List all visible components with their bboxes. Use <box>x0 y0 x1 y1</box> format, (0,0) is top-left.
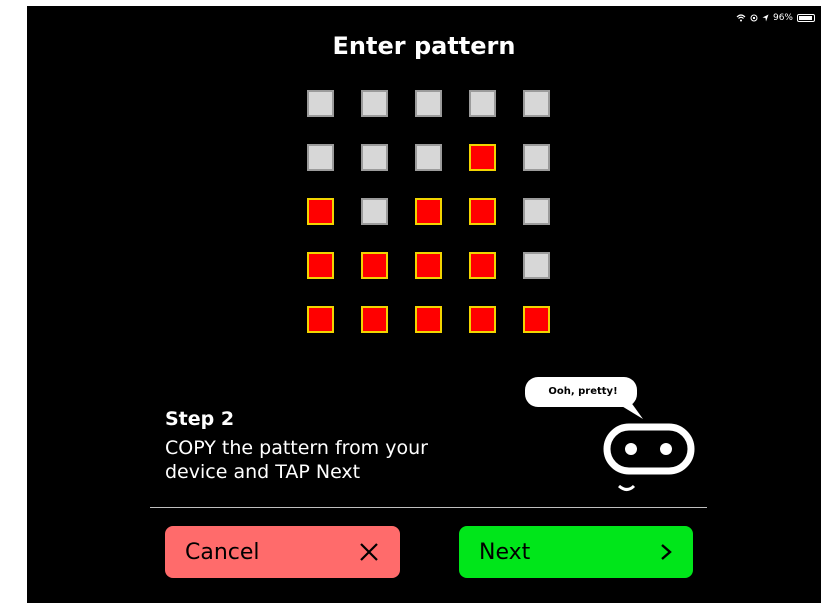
cancel-button[interactable]: Cancel <box>165 526 400 578</box>
pattern-cell-0-3[interactable] <box>469 90 496 117</box>
pattern-cell-1-2[interactable] <box>415 144 442 171</box>
pattern-cell-4-2[interactable] <box>415 306 442 333</box>
speech-bubble-text: Ooh, pretty! <box>548 386 618 397</box>
pattern-grid <box>307 90 553 338</box>
close-icon <box>360 543 378 561</box>
next-label: Next <box>479 539 531 565</box>
cancel-label: Cancel <box>185 539 260 565</box>
pattern-cell-1-0[interactable] <box>307 144 334 171</box>
pattern-cell-0-1[interactable] <box>361 90 388 117</box>
step-instruction: COPY the pattern from your device and TA… <box>165 436 495 484</box>
divider <box>150 507 707 508</box>
pattern-cell-1-4[interactable] <box>523 144 550 171</box>
pattern-cell-0-2[interactable] <box>415 90 442 117</box>
page-title: Enter pattern <box>332 32 516 60</box>
orientation-lock-icon <box>750 14 758 22</box>
pattern-cell-4-4[interactable] <box>523 306 550 333</box>
pattern-cell-0-0[interactable] <box>307 90 334 117</box>
battery-percent: 96% <box>772 13 793 23</box>
step-instruction-line-1: COPY the pattern from your <box>165 437 428 459</box>
pattern-cell-2-1[interactable] <box>361 198 388 225</box>
robot-head <box>603 423 695 475</box>
pattern-cell-3-1[interactable] <box>361 252 388 279</box>
pattern-cell-4-3[interactable] <box>469 306 496 333</box>
pattern-cell-4-1[interactable] <box>361 306 388 333</box>
pattern-cell-3-4[interactable] <box>523 252 550 279</box>
pattern-cell-2-2[interactable] <box>415 198 442 225</box>
robot-left-eye <box>625 443 637 455</box>
pattern-cell-1-1[interactable] <box>361 144 388 171</box>
pattern-cell-1-3[interactable] <box>469 144 496 171</box>
status-bar: 96% <box>736 11 815 25</box>
pattern-cell-2-3[interactable] <box>469 198 496 225</box>
wifi-icon <box>736 14 746 22</box>
pattern-cell-0-4[interactable] <box>523 90 550 117</box>
speech-bubble-tail <box>620 401 643 419</box>
pattern-cell-3-2[interactable] <box>415 252 442 279</box>
battery-icon <box>797 14 815 22</box>
mascot: Ooh, pretty! <box>517 369 707 499</box>
location-icon <box>762 14 769 22</box>
step-instruction-line-2: device and TAP Next <box>165 461 361 483</box>
step-title: Step 2 <box>165 408 235 430</box>
pattern-cell-4-0[interactable] <box>307 306 334 333</box>
app-screen: 96% Enter pattern Step 2 COPY the patter… <box>27 6 821 603</box>
robot-mouth <box>618 484 636 491</box>
next-button[interactable]: Next <box>459 526 693 578</box>
robot-right-eye <box>660 443 672 455</box>
pattern-cell-3-3[interactable] <box>469 252 496 279</box>
chevron-right-icon <box>661 544 672 560</box>
pattern-cell-3-0[interactable] <box>307 252 334 279</box>
pattern-cell-2-0[interactable] <box>307 198 334 225</box>
pattern-cell-2-4[interactable] <box>523 198 550 225</box>
